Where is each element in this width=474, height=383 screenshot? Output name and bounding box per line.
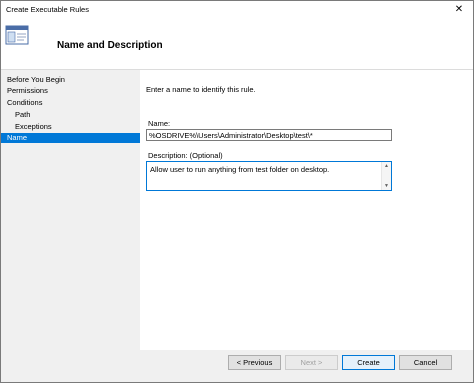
step-conditions[interactable]: Conditions bbox=[7, 98, 42, 107]
window-title: Create Executable Rules bbox=[6, 5, 89, 14]
step-permissions[interactable]: Permissions bbox=[7, 86, 48, 95]
next-button[interactable]: Next > bbox=[285, 355, 338, 370]
cancel-button[interactable]: Cancel bbox=[399, 355, 452, 370]
instruction-text: Enter a name to identify this rule. bbox=[146, 85, 256, 94]
description-text: Allow user to run anything from test fol… bbox=[150, 165, 330, 174]
wizard-header: Name and Description bbox=[1, 19, 473, 69]
wizard-window-icon bbox=[5, 25, 29, 45]
wizard-footer: < Previous Next > Create Cancel bbox=[140, 350, 473, 382]
previous-button[interactable]: < Previous bbox=[228, 355, 281, 370]
page-heading: Name and Description bbox=[57, 40, 163, 51]
wizard-steps-sidebar: Before You Begin Permissions Conditions … bbox=[1, 69, 140, 382]
name-label: Name: bbox=[148, 119, 171, 128]
create-button[interactable]: Create bbox=[342, 355, 395, 370]
scroll-up-icon[interactable]: ▲ bbox=[383, 163, 390, 169]
create-executable-rules-window: Create Executable Rules ✕ Name and Descr… bbox=[0, 0, 474, 383]
description-scrollbar[interactable]: ▲ ▼ bbox=[381, 162, 391, 190]
name-input[interactable]: %OSDRIVE%\Users\Administrator\Desktop\te… bbox=[146, 129, 392, 141]
step-before-you-begin[interactable]: Before You Begin bbox=[7, 75, 65, 84]
description-textarea[interactable]: Allow user to run anything from test fol… bbox=[146, 161, 392, 191]
step-name[interactable]: Name bbox=[1, 133, 140, 143]
scroll-down-icon[interactable]: ▼ bbox=[383, 183, 390, 189]
description-label: Description: (Optional) bbox=[148, 151, 223, 160]
main-content: Enter a name to identify this rule. Name… bbox=[140, 69, 473, 351]
close-icon[interactable]: ✕ bbox=[445, 1, 473, 19]
title-bar: Create Executable Rules ✕ bbox=[1, 1, 473, 19]
step-exceptions[interactable]: Exceptions bbox=[15, 122, 52, 131]
step-path[interactable]: Path bbox=[15, 110, 30, 119]
